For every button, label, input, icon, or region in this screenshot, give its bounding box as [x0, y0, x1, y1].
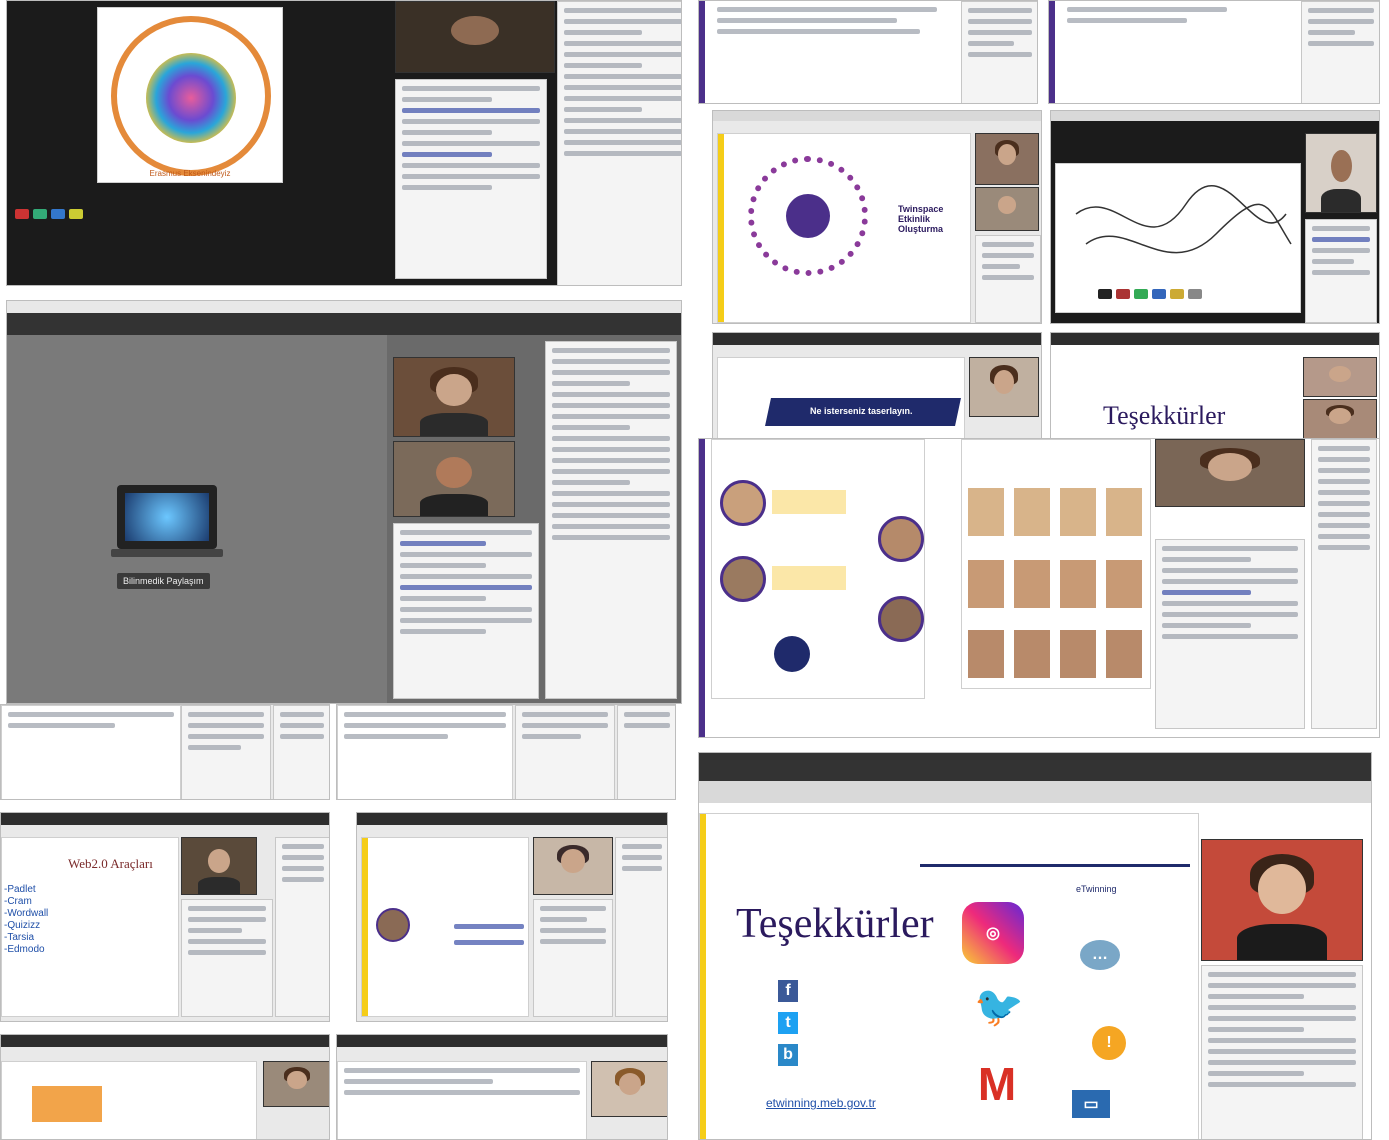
screenshot-bottom-left-4 — [336, 1034, 668, 1140]
org-chart-slide-1 — [711, 439, 925, 699]
etwinning-link[interactable]: etwinning.meb.gov.tr — [766, 1096, 876, 1110]
screenshot-right-top-a — [698, 0, 1038, 104]
attendee-list — [545, 341, 677, 699]
webcam-video — [591, 1061, 667, 1117]
taskbar-icons — [13, 207, 93, 219]
webcam-video — [263, 1061, 329, 1107]
webcam-video-1 — [393, 357, 515, 437]
scribble-drawing — [1075, 185, 1292, 254]
laptop-icon — [111, 485, 227, 565]
screenshot-right-whiteboard — [1050, 110, 1380, 324]
webcam-video — [395, 1, 555, 73]
bird-small-icon: b — [778, 1044, 798, 1066]
twitter-small-icon: t — [778, 1012, 798, 1034]
app-toolbar — [699, 753, 1371, 781]
screenshot-right-twinspace: Twinspace Etkinlik Oluşturma — [712, 110, 1042, 324]
webcam-video — [1305, 133, 1377, 213]
share-button[interactable]: Bilinmedik Paylaşım — [117, 573, 210, 589]
webcam-video — [181, 837, 257, 895]
screenshot-bottom-left-2 — [336, 704, 676, 800]
web20-item: -Tarsia — [4, 932, 35, 943]
screenshot-thank-you: Teşekkürler ◎ 🐦 M f t b etwinning.meb.go… — [698, 752, 1372, 1140]
webcam-video — [969, 357, 1039, 417]
web20-item: -Edmodo — [4, 944, 45, 955]
thanks-title-small: Teşekkürler — [1103, 401, 1226, 430]
screenshot-bottom-left-3 — [0, 1034, 330, 1140]
screenshot-web20-tools: Web2.0 Araçları -Padlet -Cram -Wordwall -Qu… — [0, 812, 330, 1022]
webcam-video — [975, 187, 1039, 231]
chat-panel — [393, 523, 539, 699]
webcam-video — [1303, 399, 1377, 439]
screenshot-middle-left: Bilinmedik Paylaşım — [6, 300, 682, 704]
webcam-video-2 — [393, 441, 515, 517]
instagram-icon: ◎ — [962, 902, 1024, 964]
web20-item: -Wordwall — [4, 908, 49, 919]
web20-item: -Cram — [4, 896, 32, 907]
webcam-video — [533, 837, 613, 895]
screenshot-top-left: Erasmus Eksenindeyiz — [6, 0, 682, 286]
web20-list: -Padlet -Cram -Wordwall -Quizizz -Tarsia -Edm… — [4, 884, 48, 956]
twinspace-slide: Twinspace Etkinlik Oluşturma — [717, 133, 971, 323]
app-titlebar — [7, 301, 681, 313]
chat-bubbles-icon: … — [1080, 940, 1120, 970]
chat-panel — [1201, 965, 1363, 1139]
chat-panel — [395, 79, 547, 279]
app-toolbar — [7, 313, 681, 335]
screenshot-right-top-b — [1048, 0, 1380, 104]
thanks-title: Teşekkürler — [736, 901, 934, 947]
whiteboard — [1055, 163, 1301, 313]
etwinning-brand: eTwinning — [1076, 884, 1117, 894]
screenshot-right-orgchart — [698, 438, 1380, 738]
certificate-icon: ▭ — [1072, 1090, 1110, 1118]
screenshot-right-banner: Ne isterseniz taserlayın. — [712, 332, 1042, 440]
webcam-video-speaker — [1201, 839, 1363, 961]
screenshot-etwinning-intro — [356, 812, 668, 1022]
twinspace-title: Twinspace Etkinlik Oluşturma — [898, 204, 944, 234]
color-palette — [1096, 287, 1204, 306]
twitter-icon: 🐦 — [974, 984, 1024, 1029]
webcam-video — [1155, 439, 1305, 507]
web20-item: -Padlet — [4, 884, 36, 895]
logo-inner — [146, 53, 236, 143]
logo-text: Erasmus Eksenindeyiz — [149, 169, 231, 178]
thank-you-slide: Teşekkürler ◎ 🐦 M f t b etwinning.meb.go… — [699, 813, 1199, 1139]
web20-title: Web2.0 Araçları — [68, 856, 153, 871]
web20-item: -Quizizz — [4, 920, 41, 931]
mail-shield-icon: ! — [1092, 1026, 1126, 1060]
webcam-video — [975, 133, 1039, 185]
gmail-icon: M — [977, 1058, 1017, 1110]
screenshot-bottom-left-1 — [0, 704, 330, 800]
webcam-video — [1303, 357, 1377, 397]
share-area: Bilinmedik Paylaşım — [7, 335, 387, 703]
banner-text: Ne isterseniz taserlayın. — [810, 406, 913, 416]
attendee-list — [557, 1, 681, 285]
facebook-icon: f — [778, 980, 798, 1002]
screenshot-right-thanks-small: Teşekkürler — [1050, 332, 1380, 440]
org-chart-slide-2 — [961, 439, 1151, 689]
logo-slide: Erasmus Eksenindeyiz — [97, 7, 283, 183]
